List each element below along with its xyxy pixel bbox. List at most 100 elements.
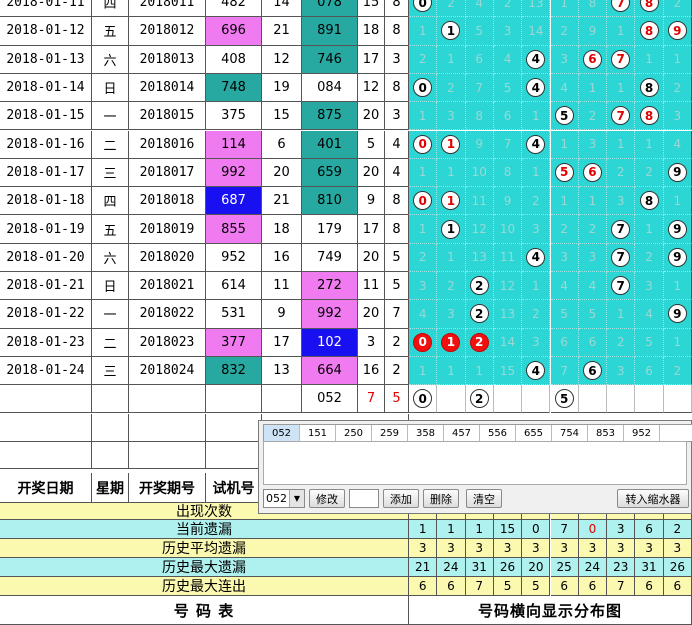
cell-span: 3 [385, 45, 409, 74]
cell-sum: 9 [358, 187, 385, 216]
dist-cell: 13 [493, 300, 523, 329]
cell-trial_sum-text: 14 [273, 0, 290, 11]
add-button[interactable]: 添加 [383, 489, 419, 508]
omission-count: 2 [560, 222, 568, 237]
number-tab-strip: 052 151 250 259 358 457 556 655 754 853 952 [263, 424, 692, 442]
number-tab[interactable]: 250 [336, 425, 372, 441]
cell-issue: 2018020 [129, 243, 206, 272]
number-ball: 9 [667, 21, 687, 41]
cell-span: 8 [385, 17, 409, 46]
dist-cell: 1 [437, 17, 466, 46]
cell-issue: 2018011 [129, 0, 206, 18]
cell-issue: 2018013 [129, 45, 206, 74]
number-ball: 4 [526, 134, 546, 154]
stat-value-text: 15 [499, 522, 516, 536]
cell-weekday-text: 二 [103, 336, 117, 352]
omission-count: 2 [616, 165, 625, 180]
stat-value: 6 [635, 520, 664, 539]
cell-weekday-text: 三 [103, 365, 117, 381]
omission-count: 2 [503, 0, 512, 10]
cell-weekday: 二 [92, 130, 129, 159]
omission-count: 1 [560, 137, 568, 152]
pending-dist-cell [493, 385, 523, 414]
cell-date: 2018-01-13 [0, 45, 92, 74]
number-ball: 1 [441, 21, 461, 41]
number-tab[interactable]: 853 [588, 425, 624, 441]
cell-date: 2018-01-18 [0, 187, 92, 216]
number-list-area[interactable] [263, 441, 687, 485]
dist-cell: 4 [522, 130, 551, 159]
clear-button[interactable]: 清空 [466, 489, 502, 508]
dist-cell: 3 [635, 272, 664, 301]
dist-cell: 7 [607, 243, 636, 272]
cell-span-text: 4 [392, 136, 401, 152]
cell-trial_sum: 6 [262, 130, 302, 159]
dist-cell: 2 [465, 272, 494, 301]
cell-sum: 11 [358, 272, 385, 301]
dist-cell: 9 [578, 17, 608, 46]
number-tab[interactable]: 259 [372, 425, 408, 441]
dist-cell: 3 [550, 243, 579, 272]
number-tab[interactable]: 358 [408, 425, 444, 441]
stat-value: 3 [607, 520, 636, 539]
dist-cell: 6 [635, 356, 664, 386]
cell-span: 4 [385, 158, 409, 188]
stat-value: 6 [635, 577, 664, 596]
cell-draw: 664 [302, 356, 358, 386]
omission-count: 1 [645, 222, 653, 237]
omission-count: 1 [447, 250, 455, 265]
chevron-down-icon[interactable]: ▼ [289, 490, 304, 507]
pending-sum: 7 [358, 385, 385, 414]
dist-cell: 3 [663, 102, 692, 131]
cell-sum: 15 [358, 0, 385, 18]
stat-value-text: 3 [673, 541, 682, 555]
number-tab[interactable]: 952 [624, 425, 660, 441]
cell-span: 8 [385, 215, 409, 244]
cell-sum: 16 [358, 356, 385, 386]
cell-issue: 2018016 [129, 130, 206, 159]
omission-count: 10 [499, 222, 516, 237]
edit-button[interactable]: 修改 [309, 489, 345, 508]
omission-count: 4 [418, 306, 427, 321]
number-tab[interactable]: 655 [516, 425, 552, 441]
dist-cell: 1 [635, 215, 664, 244]
pending-span: 5 [385, 385, 409, 414]
stat-value: 24 [578, 558, 608, 577]
cell-date: 2018-01-23 [0, 328, 92, 357]
cell-sum-text: 15 [362, 0, 380, 11]
number-input[interactable] [349, 489, 379, 508]
number-select[interactable]: 052 ▼ [263, 489, 305, 508]
stat-value-text: 3 [503, 541, 512, 555]
cell-span-text: 8 [392, 80, 401, 96]
number-tab[interactable]: 556 [480, 425, 516, 441]
number-tab[interactable]: 052 [264, 425, 300, 441]
omission-count: 2 [532, 193, 540, 208]
omission-count: 1 [418, 23, 427, 38]
number-tab[interactable]: 151 [300, 425, 336, 441]
omission-count: 1 [418, 363, 427, 378]
cell-date-text: 2018-01-18 [6, 193, 85, 209]
number-tab-empty[interactable] [660, 425, 692, 441]
omission-count: 9 [475, 137, 484, 152]
omission-count: 1 [532, 165, 540, 180]
dist-cell: 2 [409, 243, 438, 272]
cell-date-text: 2018-01-21 [6, 278, 85, 294]
dist-cell: 0 [409, 328, 438, 357]
dist-cell: 12 [493, 272, 523, 301]
cell-weekday: 四 [92, 187, 129, 216]
number-ball: 2 [469, 332, 489, 352]
number-tab[interactable]: 754 [552, 425, 588, 441]
omission-count: 5 [645, 335, 653, 350]
dist-cell: 2 [522, 187, 551, 216]
cell-issue: 2018022 [129, 300, 206, 329]
stat-value: 3 [437, 539, 466, 558]
shrink-button[interactable]: 转入缩水器 [617, 489, 689, 508]
dist-cell: 1 [437, 158, 466, 188]
number-tab[interactable]: 457 [444, 425, 480, 441]
cell-sum: 20 [358, 158, 385, 188]
stat-value-text: 3 [475, 541, 484, 555]
dist-cell: 1 [437, 45, 466, 74]
cell-draw: 891 [302, 17, 358, 46]
cell-date-text: 2018-01-24 [6, 363, 85, 379]
delete-button[interactable]: 删除 [423, 489, 459, 508]
